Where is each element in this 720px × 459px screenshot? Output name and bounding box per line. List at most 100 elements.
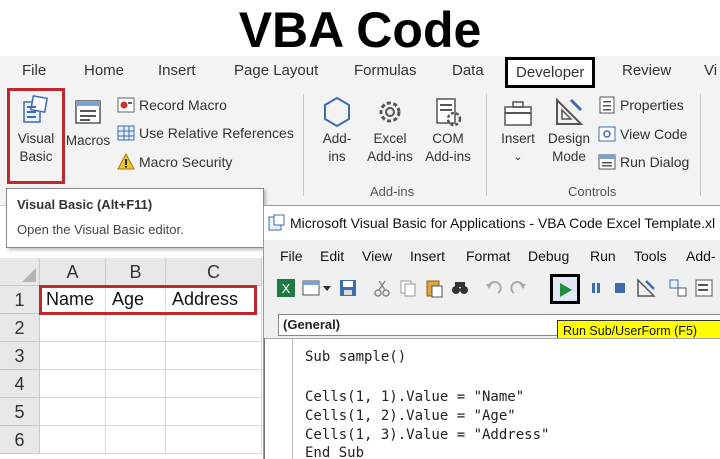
- project-explorer-icon[interactable]: [668, 278, 688, 298]
- view-code-button[interactable]: View Code: [598, 125, 687, 143]
- column-header-b[interactable]: B: [106, 258, 166, 286]
- undo-icon[interactable]: [484, 278, 504, 298]
- cell-b5[interactable]: [106, 398, 166, 426]
- design-mode-button[interactable]: Design Mode: [544, 96, 594, 166]
- design-mode-toolbar-icon[interactable]: [636, 278, 656, 298]
- tab-home[interactable]: Home: [84, 62, 124, 79]
- tab-data[interactable]: Data: [452, 62, 484, 79]
- vba-app-icon: [268, 214, 285, 231]
- tab-developer[interactable]: Developer: [505, 57, 596, 88]
- paste-icon[interactable]: [424, 278, 444, 298]
- cut-icon[interactable]: [372, 278, 392, 298]
- row-header-4[interactable]: 4: [0, 370, 40, 398]
- code-line-4[interactable]: Cells(1, 2).Value = "Age": [305, 408, 516, 424]
- dropdown-arrow-icon[interactable]: [322, 278, 332, 298]
- cell-a5[interactable]: [40, 398, 106, 426]
- tab-review[interactable]: Review: [622, 62, 671, 79]
- com-addins-label-2: Add-ins: [425, 149, 471, 164]
- properties-window-icon[interactable]: [694, 278, 714, 298]
- menu-run[interactable]: Run: [590, 248, 616, 264]
- cell-a2[interactable]: [40, 314, 106, 342]
- macros-label: Macros: [65, 133, 111, 148]
- warning-icon: [117, 153, 135, 170]
- cell-c6[interactable]: [166, 426, 262, 454]
- tab-insert[interactable]: Insert: [158, 62, 196, 79]
- properties-button[interactable]: Properties: [598, 96, 684, 114]
- save-icon[interactable]: [338, 278, 358, 298]
- cell-c3[interactable]: [166, 342, 262, 370]
- code-line-6[interactable]: End Sub: [305, 445, 364, 459]
- copy-icon[interactable]: [398, 278, 418, 298]
- column-header-a[interactable]: A: [40, 258, 106, 286]
- code-line-3[interactable]: Cells(1, 1).Value = "Name": [305, 389, 524, 405]
- com-addins-icon: [436, 98, 462, 127]
- vba-menu-bar: File Edit View Insert Format Debug Run T…: [264, 244, 720, 268]
- pause-icon[interactable]: [586, 278, 606, 298]
- menu-tools[interactable]: Tools: [634, 248, 667, 264]
- controls-group-label: Controls: [568, 184, 617, 199]
- excel-addins-label-2: Add-ins: [367, 149, 413, 164]
- cell-c2[interactable]: [166, 314, 262, 342]
- cell-c5[interactable]: [166, 398, 262, 426]
- row-header-5[interactable]: 5: [0, 398, 40, 426]
- cell-b4[interactable]: [106, 370, 166, 398]
- cell-b3[interactable]: [106, 342, 166, 370]
- com-addins-button[interactable]: COM Add-ins: [420, 96, 476, 166]
- menu-file[interactable]: File: [280, 248, 303, 264]
- run-dialog-button[interactable]: Run Dialog: [598, 153, 689, 171]
- toolbox-icon: [504, 101, 532, 126]
- run-icon[interactable]: [555, 280, 575, 300]
- macros-button[interactable]: Macros: [64, 98, 112, 150]
- group-separator: [486, 94, 487, 196]
- properties-label: Properties: [620, 97, 684, 113]
- redo-icon[interactable]: [508, 278, 528, 298]
- excel-addins-button[interactable]: Excel Add-ins: [362, 96, 418, 166]
- menu-view[interactable]: View: [362, 248, 392, 264]
- record-macro-icon: [117, 97, 135, 113]
- visual-basic-button[interactable]: Visual Basic: [10, 94, 62, 166]
- cell-b6[interactable]: [106, 426, 166, 454]
- row-header-6[interactable]: 6: [0, 426, 40, 454]
- excel-icon[interactable]: X: [276, 278, 296, 298]
- menu-format[interactable]: Format: [466, 248, 510, 264]
- find-icon[interactable]: [450, 278, 470, 298]
- insert-userform-icon[interactable]: [302, 278, 322, 298]
- code-window[interactable]: Sub sample() Cells(1, 1).Value = "Name" …: [264, 338, 720, 459]
- row-header-3[interactable]: 3: [0, 342, 40, 370]
- code-line-5[interactable]: Cells(1, 3).Value = "Address": [305, 427, 549, 443]
- cell-b2[interactable]: [106, 314, 166, 342]
- row-header-1[interactable]: 1: [0, 286, 40, 314]
- record-macro-button[interactable]: Record Macro: [117, 96, 227, 114]
- tab-page-layout[interactable]: Page Layout: [234, 62, 318, 79]
- relative-references-icon: [117, 125, 135, 141]
- vba-editor-window: Microsoft Visual Basic for Applications …: [263, 205, 720, 459]
- relative-references-label: Use Relative References: [139, 125, 294, 141]
- tab-formulas[interactable]: Formulas: [354, 62, 417, 79]
- macro-security-button[interactable]: Macro Security: [117, 153, 232, 171]
- column-header-c[interactable]: C: [166, 258, 262, 286]
- tab-view[interactable]: Vi: [704, 62, 717, 79]
- menu-edit[interactable]: Edit: [320, 248, 344, 264]
- cell-a6[interactable]: [40, 426, 106, 454]
- corner-triangle-icon: [22, 268, 36, 282]
- stop-icon[interactable]: [610, 278, 630, 298]
- cell-a4[interactable]: [40, 370, 106, 398]
- row-header-2[interactable]: 2: [0, 314, 40, 342]
- tab-file[interactable]: File: [22, 62, 46, 79]
- cell-c4[interactable]: [166, 370, 262, 398]
- insert-control-label: Insert: [501, 131, 535, 146]
- addins-button[interactable]: Add- ins: [316, 96, 358, 166]
- spreadsheet: A B C 1 2 3 4 5 6 Name Age Address: [0, 258, 262, 459]
- menu-addins[interactable]: Add-: [686, 248, 716, 264]
- code-gutter: [265, 339, 293, 459]
- menu-insert[interactable]: Insert: [410, 248, 445, 264]
- insert-control-button[interactable]: Insert ⌄: [496, 98, 540, 166]
- select-all-corner[interactable]: [0, 258, 40, 286]
- vba-toolbar: X: [264, 270, 720, 304]
- code-line-1[interactable]: Sub sample(): [305, 349, 406, 365]
- cell-a3[interactable]: [40, 342, 106, 370]
- design-mode-label-1: Design: [547, 131, 591, 146]
- relative-references-button[interactable]: Use Relative References: [117, 124, 294, 142]
- menu-debug[interactable]: Debug: [528, 248, 569, 264]
- visual-basic-tooltip: Visual Basic (Alt+F11) Open the Visual B…: [6, 188, 264, 248]
